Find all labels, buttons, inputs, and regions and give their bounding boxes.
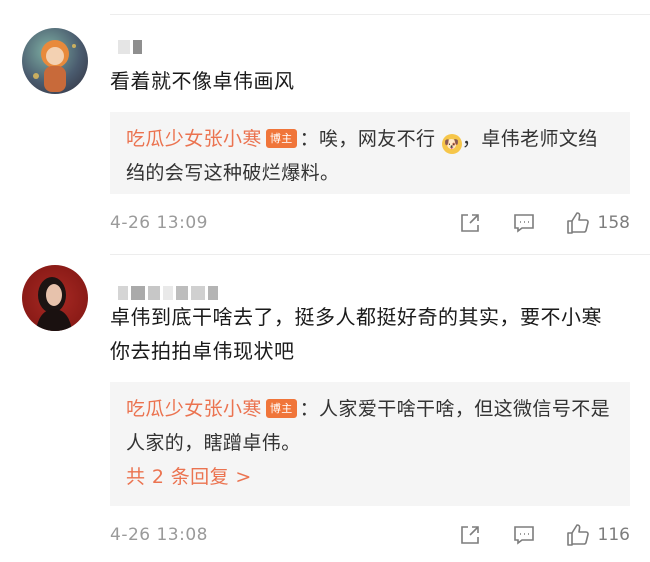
avatar[interactable]	[22, 265, 88, 331]
share-icon[interactable]	[458, 523, 482, 547]
like-count: 158	[597, 213, 630, 233]
avatar-illustration	[33, 40, 76, 92]
like-count: 116	[597, 525, 630, 545]
avatar-illustration	[36, 277, 72, 331]
thumbs-up-icon	[566, 211, 590, 235]
comment-text: 看着就不像卓伟画风	[110, 69, 295, 93]
divider	[110, 254, 650, 255]
like-button[interactable]: 158	[566, 211, 630, 235]
host-badge: 博主	[265, 129, 297, 148]
share-icon[interactable]	[458, 211, 482, 235]
reply-text: ：唉，网友不行	[299, 128, 436, 150]
author-reply[interactable]: 吃瓜少女张小寒 博主 ：人家爱干啥干啥，但这微信号不是人家的，瞎蹭卓伟。 共 2 条…	[110, 382, 630, 506]
comment-meta: 4-26 13:09 158	[110, 208, 630, 238]
comment-feed: 看着就不像卓伟画风 吃瓜少女张小寒 博主 ：唉，网友不行 🐶 ，卓伟老师文绉绉的会写这…	[0, 0, 650, 562]
timestamp: 4-26 13:09	[110, 213, 208, 233]
author-reply[interactable]: 吃瓜少女张小寒 博主 ：唉，网友不行 🐶 ，卓伟老师文绉绉的会写这种破烂爆料。	[110, 112, 630, 194]
comment-text: 卓伟到底干啥去了，挺多人都挺好奇的其实，要不小寒你去拍拍卓伟现状吧	[110, 305, 602, 363]
comment-icon[interactable]	[512, 523, 536, 547]
username-redacted	[118, 286, 218, 300]
doge-emoji-icon: 🐶	[441, 134, 462, 154]
divider	[110, 14, 650, 15]
reply-author-link[interactable]: 吃瓜少女张小寒	[126, 128, 262, 150]
comment-actions: 116	[458, 523, 630, 547]
like-button[interactable]: 116	[566, 523, 630, 547]
comment-icon[interactable]	[512, 211, 536, 235]
avatar[interactable]	[22, 28, 88, 94]
host-badge: 博主	[265, 399, 297, 418]
timestamp: 4-26 13:08	[110, 525, 208, 545]
view-more-replies-link[interactable]: 共 2 条回复 >	[126, 460, 614, 494]
thumbs-up-icon	[566, 523, 590, 547]
comment-meta: 4-26 13:08 116	[110, 520, 630, 550]
reply-author-link[interactable]: 吃瓜少女张小寒	[126, 398, 262, 420]
username-redacted	[118, 40, 142, 54]
comment-actions: 158	[458, 211, 630, 235]
